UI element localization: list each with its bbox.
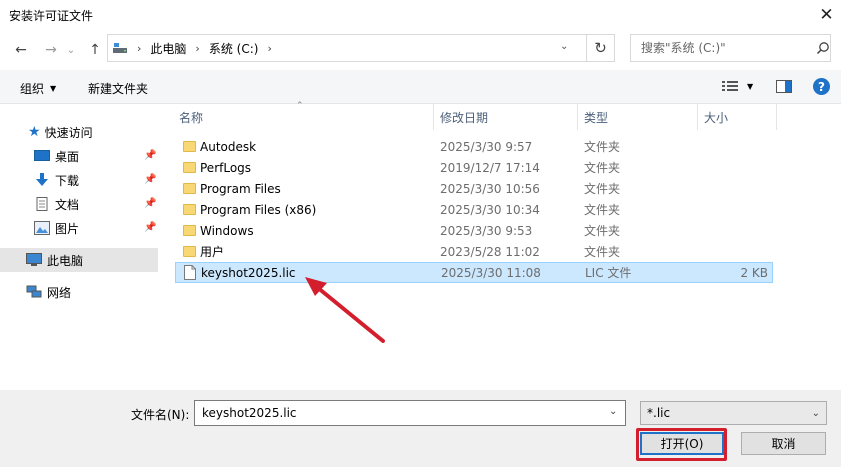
file-type-filter[interactable]: *.lic ⌄ bbox=[640, 401, 827, 425]
filename-combobox[interactable] bbox=[194, 400, 626, 426]
chevron-down-icon: ⌄ bbox=[811, 407, 820, 419]
filename-input[interactable] bbox=[200, 405, 604, 421]
filename-dropdown-icon[interactable]: ⌄ bbox=[609, 406, 617, 417]
filter-value: *.lic bbox=[647, 406, 671, 420]
annotation-highlight-box bbox=[636, 428, 727, 461]
cancel-button[interactable]: 取消 bbox=[741, 432, 826, 455]
annotation-arrow-line bbox=[310, 281, 385, 343]
filename-label: 文件名(N): bbox=[131, 408, 190, 422]
cancel-button-label: 取消 bbox=[771, 437, 796, 451]
